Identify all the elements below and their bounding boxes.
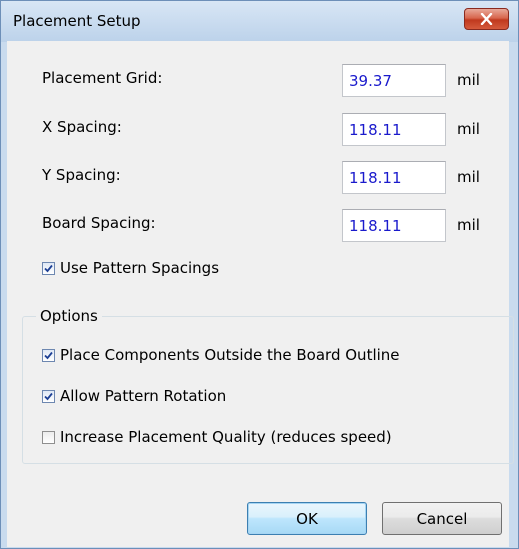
increase-placement-quality-checkbox[interactable]: Increase Placement Quality (reduces spee… <box>42 427 392 447</box>
checkbox-checked-icon[interactable] <box>42 348 55 362</box>
placement-grid-input[interactable] <box>342 64 446 97</box>
checkbox-unchecked-icon[interactable] <box>42 430 55 444</box>
allow-pattern-rotation-label: Allow Pattern Rotation <box>60 387 227 405</box>
allow-pattern-rotation-checkbox[interactable]: Allow Pattern Rotation <box>42 386 226 406</box>
cancel-button[interactable]: Cancel <box>382 502 502 535</box>
y-spacing-label: Y Spacing: <box>42 166 121 184</box>
place-components-outside-checkbox[interactable]: Place Components Outside the Board Outli… <box>42 345 400 365</box>
y-spacing-unit: mil <box>457 168 480 186</box>
x-spacing-label: X Spacing: <box>42 118 122 136</box>
y-spacing-input[interactable] <box>342 161 446 194</box>
window-title: Placement Setup <box>13 12 141 30</box>
ok-button[interactable]: OK <box>247 502 367 535</box>
board-spacing-input[interactable] <box>342 209 446 242</box>
x-spacing-unit: mil <box>457 120 480 138</box>
place-components-outside-label: Place Components Outside the Board Outli… <box>60 346 400 364</box>
options-group-title: Options <box>36 307 102 325</box>
increase-placement-quality-label: Increase Placement Quality (reduces spee… <box>60 428 392 446</box>
checkbox-checked-icon[interactable] <box>42 261 55 275</box>
placement-grid-label: Placement Grid: <box>42 69 163 87</box>
use-pattern-spacings-checkbox[interactable]: Use Pattern Spacings <box>42 258 219 278</box>
title-bar[interactable]: Placement Setup <box>1 1 518 42</box>
board-spacing-label: Board Spacing: <box>42 214 156 232</box>
checkbox-checked-icon[interactable] <box>42 389 55 403</box>
close-icon <box>480 13 493 25</box>
board-spacing-unit: mil <box>457 216 480 234</box>
x-spacing-input[interactable] <box>342 113 446 146</box>
close-button[interactable] <box>464 8 509 30</box>
placement-grid-unit: mil <box>457 71 480 89</box>
use-pattern-spacings-label: Use Pattern Spacings <box>60 259 220 277</box>
